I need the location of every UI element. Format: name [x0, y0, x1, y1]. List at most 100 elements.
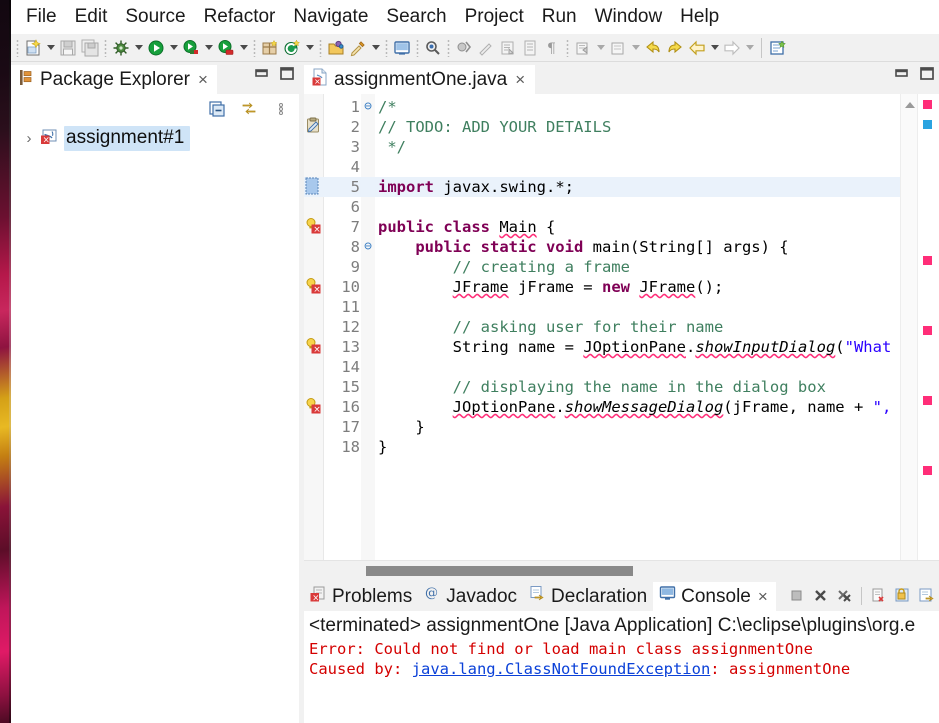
code-line[interactable]: 8 ⊖ public static void main(String[] args…	[304, 237, 939, 257]
expand-arrow-icon[interactable]: ›	[23, 130, 35, 147]
forward-dropdown-arrow[interactable]	[743, 37, 756, 59]
back-icon[interactable]	[686, 37, 708, 59]
code-line[interactable]: 12 // asking user for their name	[304, 317, 939, 337]
editor-vertical-scrollbar[interactable]	[900, 94, 917, 580]
code-line[interactable]: 18}	[304, 437, 939, 457]
save-all-icon[interactable]	[79, 37, 101, 59]
todo-task-icon[interactable]	[305, 117, 323, 135]
show-whitespace-icon[interactable]: ¶	[541, 37, 563, 59]
external-tools-dropdown-arrow[interactable]	[594, 37, 607, 59]
external-tools-icon[interactable]	[767, 37, 789, 59]
back-navigation-icon[interactable]	[642, 37, 664, 59]
menu-source[interactable]: Source	[116, 4, 194, 30]
overview-ruler-marker[interactable]	[923, 326, 932, 335]
overview-ruler-marker[interactable]	[923, 466, 932, 475]
terminate-icon[interactable]	[786, 585, 807, 606]
back-dropdown-arrow[interactable]	[708, 37, 721, 59]
editor-overview-ruler[interactable]	[917, 94, 939, 580]
tab-declaration[interactable]: Declaration	[523, 580, 653, 611]
debug-dropdown-arrow[interactable]	[132, 37, 145, 59]
toggle-mark-occurrences-icon[interactable]	[422, 37, 444, 59]
next-annotation-icon[interactable]	[475, 37, 497, 59]
tree-item-assignment-1[interactable]: › × assignment#1	[11, 124, 299, 152]
tab-package-explorer[interactable]: Package Explorer ×	[11, 63, 217, 94]
code-line[interactable]: 4	[304, 157, 939, 177]
external-tools-run-icon[interactable]	[572, 37, 594, 59]
code-line[interactable]: 2 // TODO: ADD YOUR DETAILS	[304, 117, 939, 137]
close-icon[interactable]: ×	[196, 71, 210, 88]
collapse-all-icon[interactable]	[207, 99, 227, 119]
new-wizard-dropdown-arrow[interactable]	[44, 37, 57, 59]
tab-console[interactable]: Console ×	[653, 580, 776, 611]
code-fold-toggle-icon[interactable]: ⊖	[362, 237, 374, 257]
previous-annotation-icon[interactable]	[497, 37, 519, 59]
overview-ruler-marker[interactable]	[923, 256, 932, 265]
debug-icon[interactable]	[110, 37, 132, 59]
search-icon[interactable]	[347, 37, 369, 59]
new-java-class-icon[interactable]	[281, 37, 303, 59]
new-java-class-dropdown-arrow[interactable]	[303, 37, 316, 59]
minimize-icon[interactable]	[894, 67, 909, 86]
tab-problems[interactable]: × Problems	[304, 580, 418, 611]
new-window-dropdown-arrow[interactable]	[629, 37, 642, 59]
console-output[interactable]: <terminated> assignmentOne [Java Applica…	[304, 611, 939, 723]
skip-all-breakpoints-icon[interactable]	[453, 37, 475, 59]
menu-edit[interactable]: Edit	[66, 4, 117, 30]
close-icon[interactable]: ×	[756, 588, 770, 605]
code-line[interactable]: 11	[304, 297, 939, 317]
menu-navigate[interactable]: Navigate	[284, 4, 377, 30]
menu-file[interactable]: File	[17, 4, 66, 30]
menu-window[interactable]: Window	[586, 4, 672, 30]
overview-ruler-marker[interactable]	[923, 100, 932, 109]
code-editor[interactable]: 1 ⊖/* 2// TODO: ADD YOUR DETAILS 3 */4 5 impo…	[304, 94, 939, 580]
code-line[interactable]: 1 ⊖/*	[304, 97, 939, 117]
code-fold-toggle-icon[interactable]: ⊖	[362, 97, 374, 117]
code-line[interactable]: 6	[304, 197, 939, 217]
run-icon[interactable]	[145, 37, 167, 59]
code-line[interactable]: 5 import javax.swing.*;	[304, 177, 939, 197]
open-perspective-icon[interactable]	[391, 37, 413, 59]
error-warning-icon[interactable]: ×	[305, 337, 323, 355]
menu-project[interactable]: Project	[456, 4, 533, 30]
run-dropdown-arrow[interactable]	[167, 37, 180, 59]
remove-all-terminated-icon[interactable]	[834, 585, 855, 606]
close-icon[interactable]: ×	[513, 71, 527, 88]
maximize-icon[interactable]	[919, 66, 935, 86]
error-warning-icon[interactable]: ×	[305, 217, 323, 235]
remove-launch-icon[interactable]	[810, 585, 831, 606]
last-edit-location-icon[interactable]	[519, 37, 541, 59]
console-exception-link[interactable]: java.lang.ClassNotFoundException	[412, 660, 711, 678]
code-line[interactable]: × 16 JOptionPane.showMessageDialog(jFrame…	[304, 397, 939, 417]
new-wizard-icon[interactable]	[22, 37, 44, 59]
run-profile-dropdown-arrow[interactable]	[237, 37, 250, 59]
maximize-icon[interactable]	[279, 66, 295, 86]
editor-horizontal-scrollbar[interactable]	[304, 560, 939, 580]
pin-console-icon[interactable]	[916, 585, 937, 606]
error-warning-icon[interactable]: ×	[305, 397, 323, 415]
code-line[interactable]: 9 // creating a frame	[304, 257, 939, 277]
run-profile-icon[interactable]	[215, 37, 237, 59]
scroll-up-arrow-icon[interactable]	[903, 98, 916, 111]
menu-refactor[interactable]: Refactor	[195, 4, 285, 30]
menu-help[interactable]: Help	[671, 4, 728, 30]
code-line[interactable]: 15 // displaying the name in the dialog …	[304, 377, 939, 397]
changed-line-icon[interactable]	[305, 177, 323, 195]
horizontal-scroll-thumb[interactable]	[366, 566, 633, 576]
run-coverage-icon[interactable]	[180, 37, 202, 59]
overview-ruler-marker[interactable]	[923, 396, 932, 405]
save-icon[interactable]	[57, 37, 79, 59]
code-line[interactable]: × 7 public class Main {	[304, 217, 939, 237]
link-with-editor-icon[interactable]	[239, 99, 259, 119]
run-coverage-dropdown-arrow[interactable]	[202, 37, 215, 59]
new-window-icon[interactable]	[607, 37, 629, 59]
forward-icon[interactable]	[721, 37, 743, 59]
clear-console-icon[interactable]	[868, 585, 889, 606]
code-line[interactable]: 14	[304, 357, 939, 377]
error-warning-icon[interactable]: ×	[305, 277, 323, 295]
tab-javadoc[interactable]: @ Javadoc	[418, 580, 523, 611]
code-line[interactable]: × 13 String name = JOptionPane.showInputD…	[304, 337, 939, 357]
forward-navigation-icon[interactable]	[664, 37, 686, 59]
view-menu-icon[interactable]	[271, 99, 291, 119]
scroll-lock-icon[interactable]	[892, 585, 913, 606]
tab-assignmentone-java[interactable]: × assignmentOne.java ×	[304, 63, 536, 94]
